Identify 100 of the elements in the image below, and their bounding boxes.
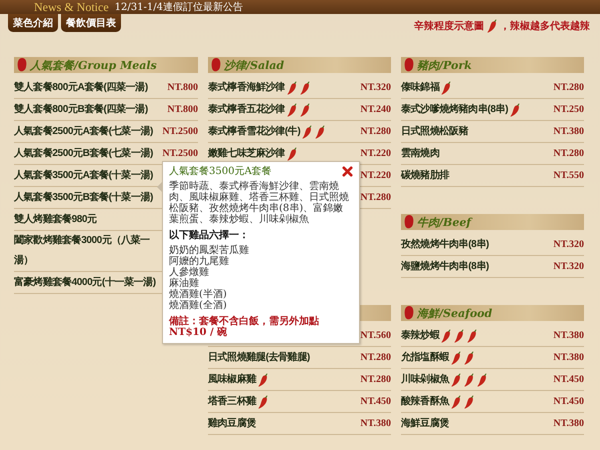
dish-name: 川味剁椒魚 <box>401 372 450 386</box>
price: NT.280 <box>553 148 584 159</box>
chili-icon <box>464 394 474 408</box>
price: NT.380 <box>553 126 584 137</box>
price: NT.800 <box>167 82 198 93</box>
choice-item: 麻油雞 <box>169 278 200 289</box>
price: NT.380 <box>553 330 584 341</box>
pepper-icon <box>17 57 27 73</box>
chili-icon <box>258 372 268 386</box>
chili-icon <box>300 80 310 94</box>
price: NT.380 <box>553 352 584 363</box>
choice-item: 奶奶的鳳梨苦瓜雞 <box>169 245 250 256</box>
dish-name: 人氣套餐3500元B套餐(十菜一湯) <box>14 190 153 204</box>
pepper-icon <box>404 305 414 321</box>
price: NT.280 <box>360 374 391 385</box>
pepper-icon <box>404 214 414 230</box>
notice-link[interactable]: 12/31-1/4連假訂位最新公告 <box>114 0 243 14</box>
section-title: 人氣套餐/Group Meals <box>30 58 157 72</box>
chili-icon <box>451 394 462 408</box>
dish-name: 雲南燒肉 <box>401 146 440 160</box>
dish-name: 泰式檸香海鮮沙律 <box>208 80 285 94</box>
price: NT.220 <box>360 170 391 181</box>
chili-icon <box>454 328 464 342</box>
chili-icon <box>510 102 520 116</box>
price: NT.800 <box>167 104 198 115</box>
chili-icon <box>441 328 452 342</box>
price: NT.220 <box>360 148 391 159</box>
popup-note: 備註：套餐不含白飯，需另外加點NT$10 / 碗 <box>169 316 320 338</box>
dish-name: 嫩雞七味芝麻沙律 <box>208 146 285 160</box>
price: NT.2500 <box>162 126 198 137</box>
price: NT.240 <box>360 104 391 115</box>
dish-name: 日式照燒松阪豬 <box>401 124 468 138</box>
chili-icon <box>286 146 297 160</box>
dish-name: 酸辣香酥魚 <box>401 394 450 408</box>
chili-icon <box>451 372 462 386</box>
popup-description: 季節時蔬、泰式檸香海鮮沙律、雲南燒肉、風味椒麻雞、塔香三杯雞、日式照燒松阪豬、孜然燒烤牛肉串(8串)、富錦嫩葉煎蛋、泰辣炒蝦、川味剁椒魚 <box>169 181 350 225</box>
dish-name: 孜然燒烤牛肉串(8串) <box>401 238 489 252</box>
chili-icon <box>258 394 268 408</box>
dish-name: 闔家歡烤雞套餐3000元（八菜一湯） <box>14 233 151 268</box>
choice-item: 阿嬤的九尾雞 <box>169 256 230 267</box>
price: NT.280 <box>360 126 391 137</box>
price: NT.2500 <box>162 148 198 159</box>
section-title: 豬肉/Pork <box>417 58 472 72</box>
price: NT.380 <box>553 418 584 429</box>
dish-name: 海鹽燒烤牛肉串(8串) <box>401 260 489 274</box>
section-title: 海鮮/Seafood <box>417 306 492 320</box>
dish-name: 雞肉豆腐煲 <box>208 416 256 430</box>
dish-name: 碳燒豬肋排 <box>401 168 450 182</box>
dish-name: 風味椒麻雞 <box>208 372 256 386</box>
price: NT.450 <box>360 396 391 407</box>
dish-name: 富豪烤雞套餐4000元(十一菜一湯) <box>14 275 156 290</box>
tab[interactable]: 菜色介紹 <box>8 14 58 32</box>
chili-icon <box>315 124 326 138</box>
chili-icon <box>286 102 297 116</box>
dish-name: 雙人烤雞套餐980元 <box>14 212 97 226</box>
close-icon[interactable] <box>342 166 353 177</box>
dish-name: 泰式沙嗲燒烤豬肉串(8串) <box>401 102 508 116</box>
choice-item: 人參燉雞 <box>169 267 210 278</box>
price: NT.280 <box>553 82 584 93</box>
dish-name: 允指塩酥蝦 <box>401 350 450 364</box>
dish-name: 傣味錦福 <box>401 80 440 94</box>
tab[interactable]: 餐飲價目表 <box>61 14 121 32</box>
section-title: 沙律/Salad <box>224 58 284 72</box>
section-title: 牛肉/Beef <box>417 214 472 230</box>
chili-icon <box>477 372 488 386</box>
price: NT.380 <box>360 418 391 429</box>
chili-icon <box>464 350 474 364</box>
choice-item: 燒酒雞(全酒) <box>169 300 228 311</box>
dish-name: 人氣套餐2500元B套餐(七菜一湯) <box>14 146 153 160</box>
dish-name: 泰辣炒蝦 <box>401 328 440 342</box>
dish-name: 海鮮豆腐煲 <box>401 416 450 430</box>
legend-note: ，辣椒越多代表越辣 <box>500 20 590 33</box>
price: NT.450 <box>553 396 584 407</box>
chili-icon <box>441 80 452 94</box>
chili-icon <box>487 19 497 33</box>
chili-icon <box>467 328 478 342</box>
dish-name: 泰式檸香五花沙律 <box>208 102 285 116</box>
price: NT.250 <box>553 104 584 115</box>
chili-icon <box>451 350 462 364</box>
dish-name: 泰式檸香雪花沙律(牛) <box>208 124 300 138</box>
price: NT.560 <box>360 330 391 341</box>
chili-icon <box>300 102 310 116</box>
legend-label: 辛辣程度示意圖 <box>414 19 484 33</box>
choice-heading: 以下雞品六擇一： <box>169 230 250 241</box>
dish-name: 雙人套餐800元B套餐(四菜一湯) <box>14 102 148 116</box>
brand-title: News & Notice <box>34 0 109 14</box>
price: NT.320 <box>360 82 391 93</box>
price: NT.450 <box>553 374 584 385</box>
dish-name: 塔香三杯雞 <box>208 394 256 408</box>
dish-name: 人氣套餐2500元A套餐(七菜一湯) <box>14 124 153 138</box>
price: NT.280 <box>360 352 391 363</box>
chili-icon <box>302 124 312 138</box>
popup-title: 人氣套餐3500元A套餐 <box>169 166 272 177</box>
dish-name: 雙人套餐800元A套餐(四菜一湯) <box>14 80 148 94</box>
dish-name: 人氣套餐3500元A套餐(十菜一湯) <box>14 168 153 182</box>
price: NT.320 <box>553 261 584 272</box>
chili-icon <box>464 372 474 386</box>
price: NT.550 <box>553 170 584 181</box>
chili-icon <box>286 80 297 94</box>
pepper-icon <box>211 57 221 73</box>
